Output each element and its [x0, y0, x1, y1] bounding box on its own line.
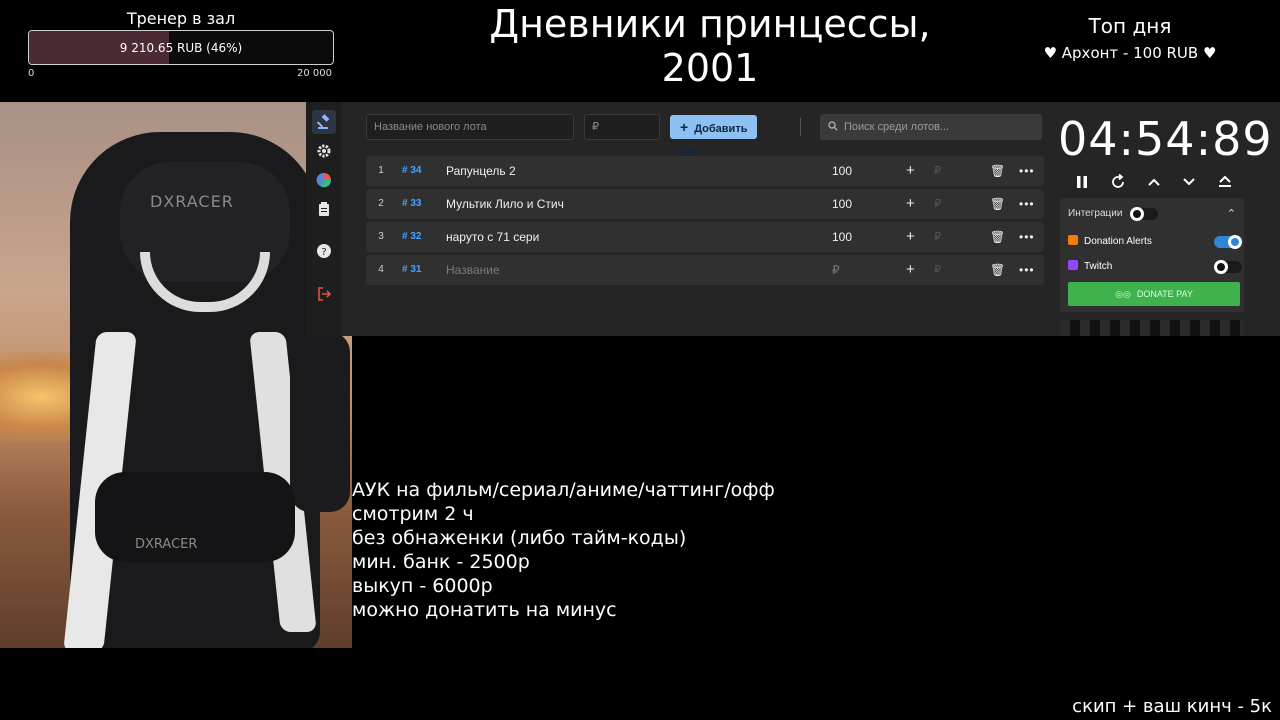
- add-amount-icon[interactable]: +: [906, 222, 915, 252]
- goal-max-label: 20 000: [297, 68, 332, 79]
- chevron-down-icon[interactable]: [1179, 172, 1199, 192]
- decorative-pattern: [1060, 320, 1244, 336]
- more-icon[interactable]: •••: [1019, 222, 1035, 252]
- search-placeholder: Поиск среди лотов...: [844, 121, 950, 133]
- gear-icon[interactable]: [312, 139, 336, 163]
- integration-name: Donation Alerts: [1084, 236, 1152, 247]
- clipboard-icon[interactable]: [312, 197, 336, 221]
- lot-id: # 31: [402, 264, 422, 275]
- twitch-icon: [1068, 260, 1078, 270]
- lot-row[interactable]: 1 # 34 Рапунцель 2 100 + ₽ 🗑 •••: [366, 156, 1044, 186]
- trash-icon[interactable]: 🗑: [990, 189, 1005, 219]
- lot-index: 2: [378, 198, 384, 209]
- integration-donationalerts: Donation Alerts: [1068, 235, 1152, 247]
- auction-app: ? Название нового лота ₽ + Добавить лот П…: [306, 102, 1280, 336]
- donatepay-button[interactable]: ◎◎ DONATE PAY: [1068, 282, 1240, 306]
- chair-logo: DXRACER: [150, 192, 234, 211]
- more-icon[interactable]: •••: [1019, 189, 1035, 219]
- lot-id: # 33: [402, 198, 422, 209]
- lot-id: # 34: [402, 165, 422, 176]
- help-icon[interactable]: ?: [312, 239, 336, 263]
- top-day-title: Топ дня: [1088, 14, 1172, 38]
- svg-text:?: ?: [321, 247, 326, 258]
- extra-amount-input[interactable]: ₽: [934, 255, 941, 285]
- lot-amount[interactable]: 100: [832, 222, 852, 252]
- integration-name: Twitch: [1084, 261, 1113, 272]
- sidebar: ?: [306, 102, 342, 336]
- more-icon[interactable]: •••: [1019, 255, 1035, 285]
- donationalerts-toggle[interactable]: [1214, 235, 1242, 249]
- integration-twitch: Twitch: [1068, 260, 1112, 272]
- footer-note: скип + ваш кинч - 5к: [1072, 696, 1272, 717]
- lot-id: # 32: [402, 231, 422, 242]
- goal-min-label: 0: [28, 68, 35, 79]
- lot-name[interactable]: Рапунцель 2: [446, 156, 516, 186]
- auction-timer: 04:54:89: [1058, 112, 1273, 166]
- donatepay-logo-icon: ◎◎: [1115, 289, 1131, 299]
- trash-icon[interactable]: 🗑: [990, 156, 1005, 186]
- trash-icon[interactable]: 🗑: [990, 255, 1005, 285]
- donationalerts-icon: [1068, 235, 1078, 245]
- new-lot-name-input[interactable]: Название нового лота: [366, 114, 574, 140]
- lot-name-input[interactable]: Название: [446, 255, 500, 285]
- rule-line: смотрим 2 ч: [352, 503, 474, 525]
- extra-amount-input[interactable]: ₽: [934, 156, 941, 186]
- rule-line: мин. банк - 2500р: [352, 551, 530, 573]
- chevron-up-icon[interactable]: [1144, 172, 1164, 192]
- add-lot-button[interactable]: + Добавить лот: [670, 115, 758, 159]
- lot-amount-input[interactable]: ₽: [832, 255, 840, 285]
- extra-amount-input[interactable]: ₽: [934, 222, 941, 252]
- lot-amount[interactable]: 100: [832, 156, 852, 186]
- timer-panel: 04:54:89 Интеграции ⌃ Donation Alerts Tw…: [1054, 102, 1272, 336]
- logout-icon[interactable]: [312, 282, 336, 306]
- reset-icon[interactable]: [1108, 172, 1128, 192]
- more-icon[interactable]: •••: [1019, 156, 1035, 186]
- top-day-donor: ♥ Архонт - 100 RUB ♥: [1043, 44, 1217, 62]
- donatepay-label: DONATE PAY: [1136, 289, 1193, 299]
- toolbar-divider: [800, 118, 801, 136]
- search-icon: [828, 121, 838, 131]
- auction-rules: АУК на фильм/сериал/аниме/чаттинг/офф см…: [352, 478, 775, 622]
- lot-row[interactable]: 3 # 32 наруто с 71 сери 100 + ₽ 🗑 •••: [366, 222, 1044, 252]
- lot-index: 4: [378, 264, 384, 275]
- lot-index: 3: [378, 231, 384, 242]
- rule-line: без обнаженки (либо тайм-коды): [352, 527, 687, 549]
- goal-progress-bar: 9 210.65 RUB (46%): [28, 30, 334, 65]
- lot-row[interactable]: 4 # 31 Название ₽ + ₽ 🗑 •••: [366, 255, 1044, 285]
- integrations-master-toggle[interactable]: [1130, 207, 1158, 221]
- rule-line: можно донатить на минус: [352, 599, 617, 621]
- add-lot-label: Добавить лот: [680, 123, 748, 159]
- lot-name[interactable]: наруто с 71 сери: [446, 222, 539, 252]
- trash-icon[interactable]: 🗑: [990, 222, 1005, 252]
- goal-progress-text: 9 210.65 RUB (46%): [119, 40, 243, 55]
- chevron-up-icon[interactable]: ⌃: [1227, 207, 1236, 220]
- new-lot-amount-input[interactable]: ₽: [584, 114, 660, 140]
- rule-line: выкуп - 6000р: [352, 575, 493, 597]
- integrations-title: Интеграции: [1068, 208, 1123, 219]
- lot-index: 1: [378, 165, 384, 176]
- pie-chart-icon[interactable]: [312, 168, 336, 192]
- lot-search-input[interactable]: Поиск среди лотов...: [820, 114, 1042, 140]
- plus-icon: +: [680, 119, 689, 135]
- chair-armrest: [290, 332, 350, 512]
- donation-goal-widget: Тренер в зал 9 210.65 RUB (46%) 0 20 000: [28, 8, 334, 79]
- integrations-panel: Интеграции ⌃ Donation Alerts Twitch ◎◎ DO…: [1060, 198, 1244, 312]
- add-amount-icon[interactable]: +: [906, 156, 915, 186]
- goal-title: Тренер в зал: [126, 9, 236, 28]
- current-movie-title: Дневники принцессы, 2001: [489, 2, 931, 90]
- gavel-icon[interactable]: [312, 110, 336, 134]
- add-amount-icon[interactable]: +: [906, 255, 915, 285]
- webcam-feed: DXRACER DXRACER: [0, 102, 352, 648]
- extra-amount-input[interactable]: ₽: [934, 189, 941, 219]
- lot-amount[interactable]: 100: [832, 189, 852, 219]
- top-day-widget: Топ дня ♥ Архонт - 100 RUB ♥: [1030, 14, 1230, 62]
- pillow-logo: DXRACER: [135, 537, 198, 552]
- pause-icon[interactable]: [1072, 172, 1092, 192]
- twitch-toggle[interactable]: [1214, 260, 1242, 274]
- lot-row[interactable]: 2 # 33 Мультик Лило и Стич 100 + ₽ 🗑 •••: [366, 189, 1044, 219]
- lot-name[interactable]: Мультик Лило и Стич: [446, 189, 564, 219]
- add-amount-icon[interactable]: +: [906, 189, 915, 219]
- double-up-icon[interactable]: [1215, 172, 1235, 192]
- rule-line: АУК на фильм/сериал/аниме/чаттинг/офф: [352, 479, 775, 501]
